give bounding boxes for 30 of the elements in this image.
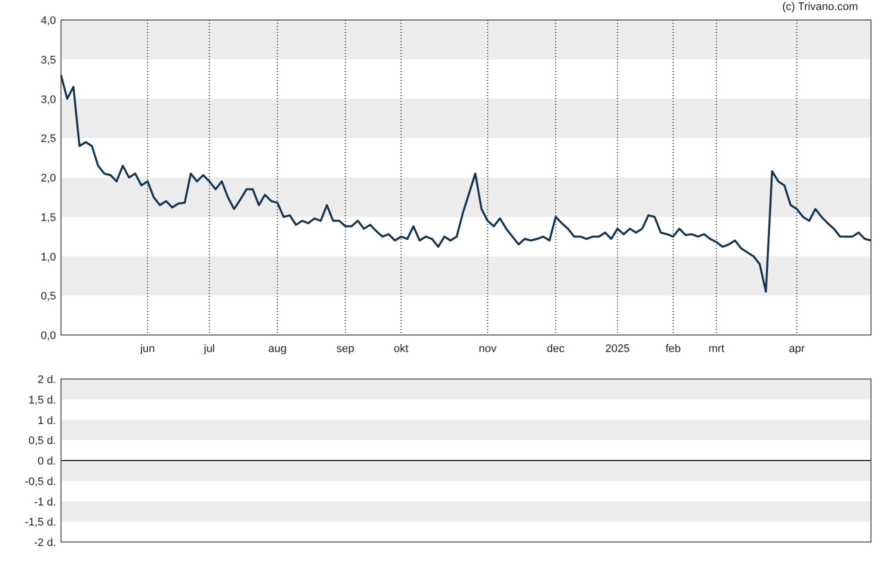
y-axis-label: -2 d.	[34, 537, 56, 549]
x-axis-label: jul	[204, 343, 215, 354]
y-axis-label: 0 d.	[38, 456, 56, 468]
y-axis-label: 1 d.	[38, 414, 56, 427]
y-axis-label: 3,0	[40, 94, 56, 106]
copyright-text: (c) Trivano.com	[782, 0, 858, 12]
x-axis-label: okt	[394, 343, 408, 354]
y-axis-label: 1,5 d.	[28, 394, 56, 406]
y-axis-label: 0,0	[40, 330, 56, 342]
y-axis-label: -1 d.	[34, 496, 56, 508]
x-axis-label: aug	[268, 343, 287, 354]
y-axis-label: 0,5	[40, 290, 56, 303]
y-axis-label: -1,5 d.	[24, 516, 56, 529]
y-axis-label: 2 d.	[38, 374, 56, 386]
y-axis-label: 1,5	[40, 212, 56, 224]
x-axis-label: nov	[478, 343, 497, 354]
y-axis-label: 2,5	[40, 133, 56, 146]
x-axis-label: sep	[336, 343, 354, 354]
x-axis-label: dec	[546, 343, 565, 354]
y-axis-label: 4,0	[40, 15, 56, 27]
x-axis-label: jun	[140, 343, 155, 354]
x-axis-label: feb	[666, 343, 681, 354]
y-axis-label: 2,0	[40, 172, 56, 184]
x-axis-label: mrt	[708, 343, 724, 354]
y-axis-label: -0,5 d.	[24, 476, 56, 488]
y-axis-label: 0,5 d.	[28, 435, 56, 448]
x-axis-label: apr	[788, 343, 805, 354]
y-axis-label: 1,0	[40, 251, 56, 264]
y-axis-label: 3,5	[40, 54, 56, 66]
x-axis-label: 2025	[605, 343, 630, 354]
